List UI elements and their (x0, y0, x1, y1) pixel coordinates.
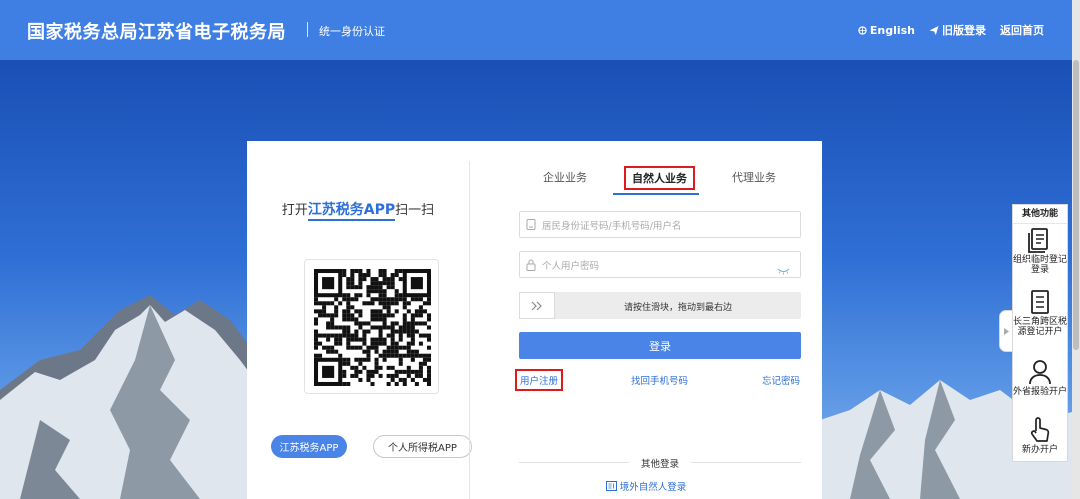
old-login-link[interactable]: 旧版登录 (929, 22, 986, 38)
document-copy-icon (1028, 228, 1048, 253)
side-item-label: 新办开户 (1021, 445, 1058, 455)
jiangsu-tax-app-button[interactable]: 江苏税务APP (271, 435, 347, 458)
qr-code (304, 259, 439, 394)
pointer-hand-icon (1030, 417, 1050, 442)
title-divider (307, 22, 308, 37)
slider-hint: 请按住滑块，拖动到最右边 (623, 303, 732, 313)
find-phone-link[interactable]: 找回手机号码 (631, 373, 688, 387)
overseas-login-label: 境外自然人登录 (619, 482, 687, 493)
overseas-login-link[interactable]: 境外自然人登录 (470, 479, 822, 493)
site-subtitle: 统一身份认证 (319, 25, 385, 38)
scan-prefix: 打开 (281, 203, 308, 218)
scan-app-name: 江苏税务APP (307, 202, 396, 221)
login-tabs: 企业业务 自然人业务 代理业务 (470, 166, 822, 195)
user-icon (1029, 360, 1051, 385)
personal-income-tax-app-button[interactable]: 个人所得税APP (373, 435, 472, 458)
password-field[interactable]: 个人用户密码 (519, 251, 801, 278)
qr-login-pane: 打开江苏税务APP扫一扫 江苏税务APP 个人所得税APP (247, 141, 472, 499)
other-functions-panel: 其他功能 组织临时登记登录 长三角跨区税源登记开户 外省报验开户 新办开户 (1012, 204, 1068, 462)
active-tab-indicator (613, 193, 699, 195)
home-link[interactable]: 返回首页 (1000, 22, 1044, 38)
login-card: 打开江苏税务APP扫一扫 江苏税务APP 个人所得税APP 企业业务 自然人业务… (247, 141, 822, 499)
slider-handle[interactable] (519, 292, 555, 319)
scan-suffix: 扫一扫 (395, 203, 435, 218)
account-login-pane: 企业业务 自然人业务 代理业务 居民身份证号码/手机号码/用户名 个人用户密码 (470, 141, 822, 499)
side-item-yangtze-delta[interactable]: 长三角跨区税源登记开户 (1013, 289, 1067, 337)
eye-closed-icon[interactable] (777, 260, 790, 279)
account-placeholder: 居民身份证号码/手机号码/用户名 (542, 220, 682, 232)
tab-individual[interactable]: 自然人业务 (624, 166, 695, 190)
scrollbar-thumb[interactable] (1073, 60, 1079, 350)
document-icon (1031, 290, 1049, 314)
id-card-icon (520, 219, 542, 230)
send-icon (929, 25, 939, 35)
header-nav: English 旧版登录 返回首页 (858, 22, 1044, 38)
divider-line-right (691, 462, 801, 463)
triangle-right-icon (1004, 327, 1009, 335)
side-panel-collapse-tab[interactable] (999, 310, 1013, 352)
login-button[interactable]: 登录 (519, 332, 801, 359)
page-scrollbar[interactable] (1072, 0, 1080, 499)
language-icon (858, 25, 867, 35)
site-title: 国家税务总局江苏省电子税务局 (27, 22, 286, 43)
forgot-password-link[interactable]: 忘记密码 (762, 373, 800, 387)
side-item-label: 组织临时登记登录 (1013, 255, 1068, 275)
side-item-other-province[interactable]: 外省报验开户 (1013, 359, 1067, 397)
account-field[interactable]: 居民身份证号码/手机号码/用户名 (519, 211, 801, 238)
register-link[interactable]: 用户注册 (515, 369, 564, 391)
slide-verification[interactable]: 请按住滑块，拖动到最右边 (519, 292, 801, 319)
password-placeholder: 个人用户密码 (542, 260, 600, 272)
top-header: 国家税务总局江苏省电子税务局 统一身份认证 English 旧版登录 返回首页 (0, 0, 1080, 60)
side-item-temp-registration[interactable]: 组织临时登记登录 (1013, 227, 1067, 275)
scan-instruction: 打开江苏税务APP扫一扫 (247, 199, 469, 221)
lock-icon (520, 259, 542, 271)
user-card-icon (605, 481, 617, 491)
other-login-divider: 其他登录 (519, 456, 801, 470)
side-panel-title: 其他功能 (1013, 205, 1067, 224)
double-chevron-right-icon (531, 301, 542, 310)
account-links: 用户注册 找回手机号码 忘记密码 (470, 369, 822, 391)
home-label: 返回首页 (1000, 24, 1044, 37)
side-item-new-account[interactable]: 新办开户 (1013, 417, 1067, 455)
old-login-label: 旧版登录 (942, 24, 986, 37)
english-label: English (869, 23, 915, 37)
tab-agent[interactable]: 代理业务 (732, 169, 776, 185)
other-login-heading: 其他登录 (640, 459, 679, 470)
side-item-label: 外省报验开户 (1013, 387, 1068, 397)
tab-enterprise[interactable]: 企业业务 (543, 169, 587, 185)
english-link[interactable]: English (858, 22, 915, 38)
side-item-label: 长三角跨区税源登记开户 (1013, 317, 1068, 337)
